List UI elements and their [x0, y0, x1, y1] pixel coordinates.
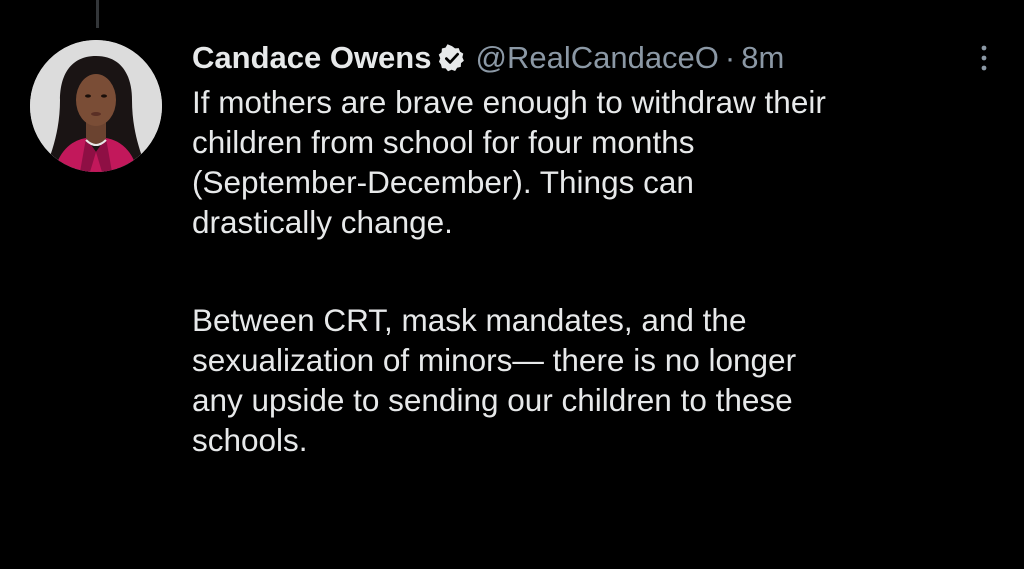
verified-badge-icon: [437, 43, 467, 73]
tweet-text: If mothers are brave enough to withdraw …: [192, 82, 1002, 460]
tweet-paragraph-2: Between CRT, mask mandates, and the sexu…: [192, 300, 1002, 460]
more-options-icon[interactable]: [976, 42, 992, 78]
separator-dot: ·: [724, 40, 736, 75]
avatar-portrait: [30, 40, 162, 172]
user-handle[interactable]: @RealCandaceO: [475, 40, 718, 76]
tweet-line: any upside to sending our children to th…: [192, 382, 793, 418]
tweet-paragraph-1: If mothers are brave enough to withdraw …: [192, 82, 1002, 242]
avatar[interactable]: [30, 40, 162, 172]
thread-connector-line: [96, 0, 99, 28]
tweet-header: Candace Owens @RealCandaceO · 8m: [192, 36, 1002, 80]
tweet-line: drastically change.: [192, 204, 453, 240]
tweet-line: sexualization of minors— there is no lon…: [192, 342, 797, 378]
tweet-line: schools.: [192, 422, 308, 458]
tweet-line: Between CRT, mask mandates, and the: [192, 302, 747, 338]
tweet-line: children from school for four months: [192, 124, 695, 160]
tweet[interactable]: Candace Owens @RealCandaceO · 8m If moth…: [192, 36, 1002, 460]
timestamp[interactable]: 8m: [741, 40, 784, 76]
display-name[interactable]: Candace Owens: [192, 40, 431, 76]
tweet-line: (September-December). Things can: [192, 164, 694, 200]
tweet-line: If mothers are brave enough to withdraw …: [192, 84, 826, 120]
